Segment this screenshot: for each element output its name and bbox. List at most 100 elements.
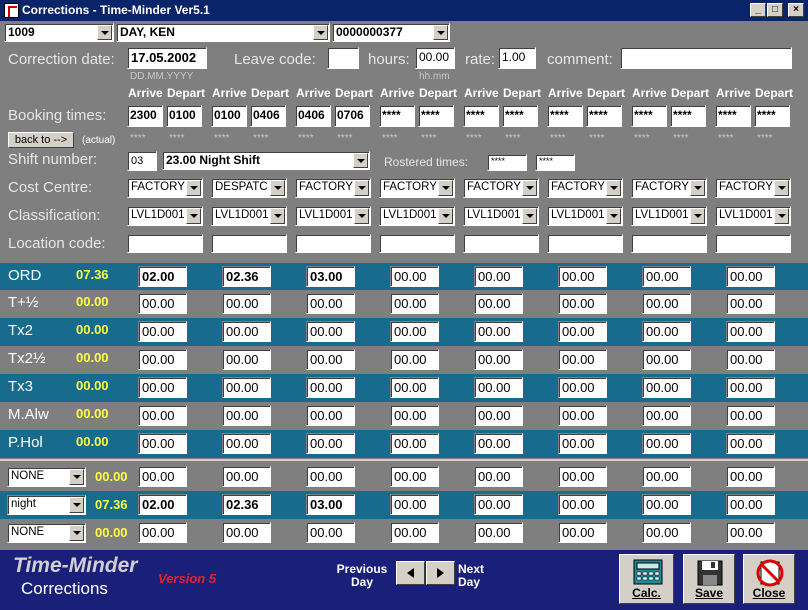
hours-value-field[interactable]: 00.00 <box>558 266 607 287</box>
booking-depart-field[interactable]: 0406 <box>250 105 286 127</box>
comment-field[interactable] <box>620 47 792 69</box>
chevron-down-icon[interactable] <box>606 180 621 196</box>
correction-date-field[interactable]: 17.05.2002 <box>127 47 207 69</box>
extra-value-field[interactable]: 00.00 <box>726 522 775 543</box>
location-code-field[interactable] <box>211 234 287 253</box>
hours-value-field[interactable]: 00.00 <box>306 433 355 454</box>
classification-select[interactable]: LVL1D001 <box>211 206 287 226</box>
chevron-down-icon[interactable] <box>522 208 537 224</box>
rate-field[interactable]: 1.00 <box>498 47 536 69</box>
chevron-down-icon[interactable] <box>438 208 453 224</box>
shift-number-field[interactable]: 03 <box>127 151 157 171</box>
hours-value-field[interactable]: 00.00 <box>642 377 691 398</box>
previous-day-button[interactable] <box>396 561 425 585</box>
extra-value-field[interactable]: 00.00 <box>474 522 523 543</box>
extra-value-field[interactable]: 00.00 <box>726 466 775 487</box>
hours-value-field[interactable]: 00.00 <box>558 349 607 370</box>
booking-arrive-field[interactable]: **** <box>379 105 415 127</box>
extra-value-field[interactable]: 00.00 <box>306 466 355 487</box>
hours-value-field[interactable]: 00.00 <box>726 349 775 370</box>
hours-value-field[interactable]: 00.00 <box>558 433 607 454</box>
location-code-field[interactable] <box>463 234 539 253</box>
classification-select[interactable]: LVL1D001 <box>379 206 455 226</box>
booking-arrive-field[interactable]: 0406 <box>295 105 331 127</box>
chevron-down-icon[interactable] <box>690 208 705 224</box>
booking-depart-field[interactable]: **** <box>670 105 706 127</box>
chevron-down-icon[interactable] <box>690 180 705 196</box>
extra-value-field[interactable]: 00.00 <box>138 466 187 487</box>
hours-value-field[interactable]: 00.00 <box>390 321 439 342</box>
hours-value-field[interactable]: 00.00 <box>222 321 271 342</box>
cost-centre-select[interactable]: FACTORY <box>295 178 371 198</box>
close-icon[interactable]: × <box>788 3 804 17</box>
chevron-down-icon[interactable] <box>354 180 369 196</box>
hours-value-field[interactable]: 00.00 <box>222 349 271 370</box>
cost-centre-select[interactable]: FACTORY <box>463 178 539 198</box>
hours-value-field[interactable]: 00.00 <box>642 293 691 314</box>
extra-value-field[interactable]: 03.00 <box>306 494 355 515</box>
hours-value-field[interactable]: 00.00 <box>474 377 523 398</box>
location-code-field[interactable] <box>547 234 623 253</box>
hours-value-field[interactable]: 00.00 <box>222 293 271 314</box>
extra-value-field[interactable]: 00.00 <box>390 494 439 515</box>
hours-value-field[interactable]: 00.00 <box>390 405 439 426</box>
location-code-field[interactable] <box>127 234 203 253</box>
hours-value-field[interactable]: 00.00 <box>306 377 355 398</box>
extra-value-field[interactable]: 00.00 <box>138 522 187 543</box>
hours-value-field[interactable]: 00.00 <box>390 349 439 370</box>
hours-value-field[interactable]: 00.00 <box>642 433 691 454</box>
booking-arrive-field[interactable]: **** <box>715 105 751 127</box>
location-code-field[interactable] <box>631 234 707 253</box>
classification-select[interactable]: LVL1D001 <box>463 206 539 226</box>
hours-value-field[interactable]: 00.00 <box>726 405 775 426</box>
chevron-down-icon[interactable] <box>354 208 369 224</box>
chevron-down-icon[interactable] <box>97 25 112 40</box>
hours-value-field[interactable]: 00.00 <box>138 321 187 342</box>
hours-value-field[interactable]: 00.00 <box>222 405 271 426</box>
extra-type-select[interactable]: NONE <box>7 523 86 543</box>
extra-value-field[interactable]: 00.00 <box>390 522 439 543</box>
extra-value-field[interactable]: 00.00 <box>726 494 775 515</box>
hours-value-field[interactable]: 00.00 <box>474 321 523 342</box>
extra-type-select[interactable]: night <box>7 495 86 515</box>
maximize-icon[interactable]: □ <box>767 3 783 17</box>
save-button[interactable]: Save <box>683 554 735 604</box>
chevron-down-icon[interactable] <box>606 208 621 224</box>
hours-value-field[interactable]: 00.00 <box>642 266 691 287</box>
booking-arrive-field[interactable]: **** <box>463 105 499 127</box>
hours-value-field[interactable]: 00.00 <box>474 349 523 370</box>
extra-value-field[interactable]: 02.36 <box>222 494 271 515</box>
hours-value-field[interactable]: 00.00 <box>138 433 187 454</box>
leave-code-field[interactable] <box>327 47 359 69</box>
extra-value-field[interactable]: 00.00 <box>558 466 607 487</box>
hours-value-field[interactable]: 00.00 <box>558 377 607 398</box>
hours-value-field[interactable]: 03.00 <box>306 266 355 287</box>
booking-depart-field[interactable]: **** <box>586 105 622 127</box>
extra-value-field[interactable]: 00.00 <box>642 494 691 515</box>
next-day-button[interactable] <box>426 561 455 585</box>
location-code-field[interactable] <box>715 234 791 253</box>
hours-value-field[interactable]: 00.00 <box>558 293 607 314</box>
booking-depart-field[interactable]: **** <box>418 105 454 127</box>
hours-value-field[interactable]: 00.00 <box>558 321 607 342</box>
cost-centre-select[interactable]: DESPATC <box>211 178 287 198</box>
chevron-down-icon[interactable] <box>433 25 448 40</box>
extra-value-field[interactable]: 00.00 <box>474 494 523 515</box>
hours-value-field[interactable]: 00.00 <box>726 377 775 398</box>
close-button[interactable]: Close <box>743 554 795 604</box>
app-icon[interactable] <box>4 3 19 18</box>
classification-select[interactable]: LVL1D001 <box>547 206 623 226</box>
location-code-field[interactable] <box>295 234 371 253</box>
hours-value-field[interactable]: 00.00 <box>306 349 355 370</box>
booking-depart-field[interactable]: 0706 <box>334 105 370 127</box>
back-to-button[interactable]: back to --> <box>8 132 74 148</box>
extra-value-field[interactable]: 00.00 <box>306 522 355 543</box>
shift-name-select[interactable]: 23.00 Night Shift <box>162 151 370 170</box>
calc-button[interactable]: Calc. <box>619 554 674 604</box>
chevron-down-icon[interactable] <box>69 469 84 485</box>
rostered-from-field[interactable]: **** <box>487 154 527 171</box>
extra-value-field[interactable]: 00.00 <box>222 522 271 543</box>
classification-select[interactable]: LVL1D001 <box>631 206 707 226</box>
hours-value-field[interactable]: 00.00 <box>558 405 607 426</box>
card-number-select[interactable]: 0000000377 <box>332 23 450 42</box>
